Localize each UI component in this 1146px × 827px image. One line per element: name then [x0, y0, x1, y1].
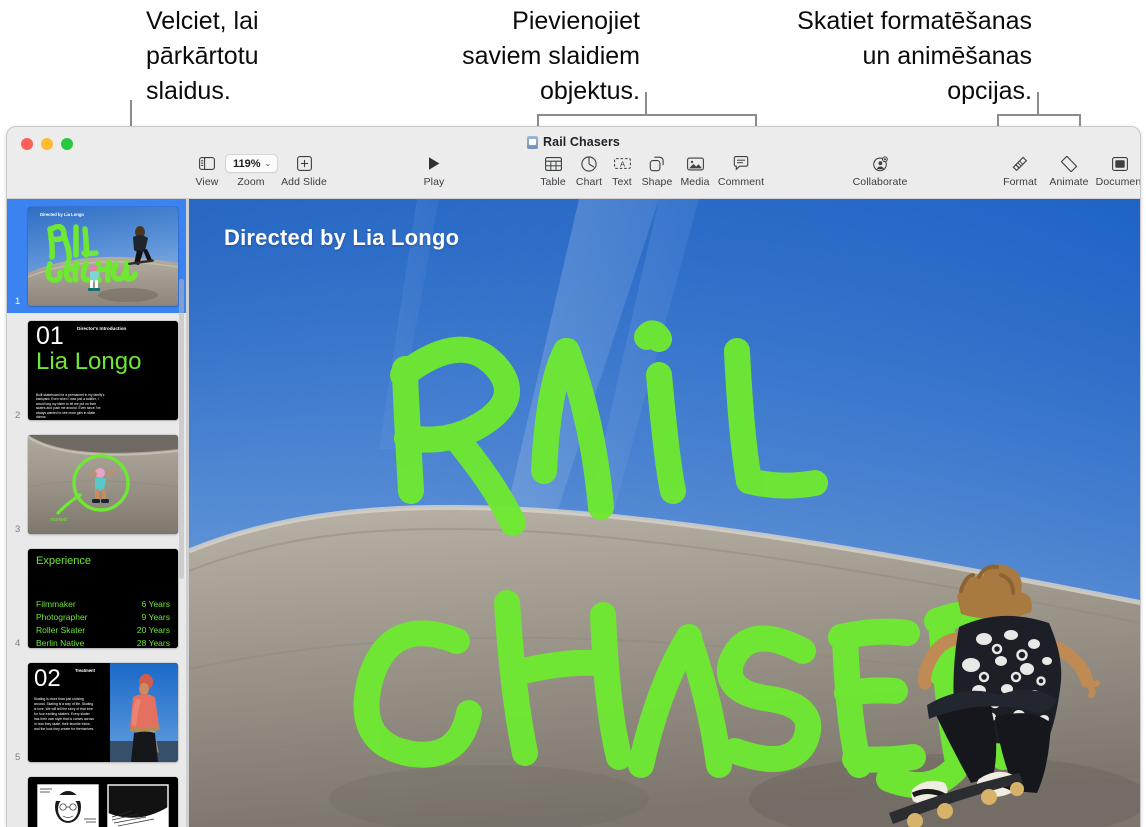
slide2-number-text: 01 — [36, 322, 64, 350]
slide-number-5: 5 — [15, 752, 21, 763]
leader-line-3-stem — [1037, 92, 1039, 116]
zoom-stepper[interactable]: 119% ⌄ — [225, 154, 279, 173]
slide2-body: Built skateboard for a permanent in my f… — [36, 393, 105, 420]
slide5-photo — [110, 663, 178, 762]
experience-label: Roller Skater — [36, 625, 86, 635]
toolbar-zoom-label: Zoom — [237, 176, 265, 188]
experience-row: Filmmaker 6 Years — [36, 599, 170, 609]
leader-line-1 — [130, 100, 132, 127]
slide-number-2: 2 — [15, 410, 21, 421]
slide-thumbnail-5-image: 02 Treatment Skating is more than just c… — [28, 663, 178, 762]
slide-thumbnail-2[interactable]: 01 Director's Introduction Lia Longo Bui… — [7, 313, 186, 427]
slide-thumbnail-3-image: marked — [28, 435, 178, 534]
toolbar-document-label: Document — [1095, 176, 1141, 188]
slide-thumbnail-4[interactable]: Experience Filmmaker 6 Years Photographe… — [7, 541, 186, 655]
slide-canvas[interactable]: Directed by Lia Longo — [186, 199, 1140, 827]
experience-value: 6 Years — [141, 599, 170, 609]
slide-thumbnail-1[interactable]: Directed by Lia Longo 1 — [7, 199, 186, 313]
slide4-heading: Experience — [36, 555, 92, 567]
slide2-name: Lia Longo — [36, 348, 142, 375]
toolbar-document-button[interactable]: Document — [1088, 154, 1141, 188]
document-icon — [1112, 154, 1128, 173]
slide3-caption: marked — [50, 517, 67, 523]
photo-circle-slide-art: marked — [28, 435, 178, 534]
toolbar-collaborate-label: Collaborate — [852, 176, 908, 188]
slide-thumbnail-1-image: Directed by Lia Longo — [28, 207, 178, 306]
toolbar: View Zoom Add Slide Play Table Chart A T… — [7, 151, 1140, 198]
comment-bubble-icon — [733, 154, 749, 173]
media-image-icon — [686, 154, 704, 173]
sidebar-icon — [199, 154, 215, 173]
experience-row: Roller Skater 20 Years — [36, 625, 170, 635]
slide-thumbnail-6[interactable]: 6 — [7, 769, 186, 827]
experience-value: 28 Years — [136, 638, 170, 648]
experience-value: 9 Years — [141, 612, 170, 622]
sidebar-scrollbar[interactable] — [179, 279, 184, 579]
plus-box-icon — [296, 154, 312, 173]
toolbar-add-slide-label: Add Slide — [281, 176, 327, 188]
slide-thumbnail-4-image: Experience Filmmaker 6 Years Photographe… — [28, 549, 178, 648]
toolbar-add-slide-button[interactable]: Add Slide — [272, 154, 336, 188]
slide2-kicker: Director's Introduction — [77, 326, 127, 331]
toolbar-play-label: Play — [423, 176, 445, 188]
leader-line-3-bar — [997, 114, 1081, 116]
chevron-down-icon: ⌄ — [264, 159, 272, 168]
animate-diamond-icon — [1060, 154, 1078, 173]
paintbrush-icon — [1012, 154, 1028, 173]
callout-format-animate: Skatiet formatēšanas un animēšanas opcij… — [797, 7, 1032, 105]
slide-thumbnail-2-image: 01 Director's Introduction Lia Longo Bui… — [28, 321, 178, 420]
slide-number-4: 4 — [15, 638, 21, 649]
toolbar-collaborate-button[interactable]: Collaborate — [848, 154, 912, 188]
slide-title-text: Directed by Lia Longo — [224, 225, 460, 250]
keynote-window: Rail Chasers View Zoom Add Slide Play Ta… — [6, 126, 1141, 827]
toolbar-media-label: Media — [680, 176, 710, 188]
toolbar-format-label: Format — [1003, 176, 1037, 188]
current-slide[interactable]: Directed by Lia Longo — [189, 199, 1140, 827]
experience-row: Photographer 9 Years — [36, 612, 170, 622]
document-title: Rail Chasers — [543, 135, 620, 149]
storyboard-grid-art — [28, 777, 178, 827]
callout-add-objects: Pievienojiet saviem slaidiem objektus. — [462, 7, 640, 105]
slide-number-3: 3 — [15, 524, 21, 535]
toolbar-comment-label: Comment — [717, 176, 765, 188]
slide-number-1: 1 — [15, 296, 21, 307]
slide-navigator[interactable]: Directed by Lia Longo 1 01 Director's In… — [7, 199, 186, 827]
experience-label: Berlin Native — [36, 638, 85, 648]
slide-thumbnail-5[interactable]: 02 Treatment Skating is more than just c… — [7, 655, 186, 769]
keynote-document-icon — [527, 135, 539, 149]
slide-thumbnail-6-image — [28, 777, 178, 827]
slide5-number-text: 02 — [34, 665, 61, 692]
toolbar-comment-button[interactable]: Comment — [709, 154, 773, 188]
leader-line-2-stem — [645, 92, 647, 116]
toolbar-play-button[interactable]: Play — [402, 154, 466, 188]
experience-value: 20 Years — [136, 625, 170, 635]
play-triangle-icon — [427, 154, 441, 173]
slide5-body: Skating is more than just cruising aroun… — [34, 697, 95, 731]
toolbar-animate-label: Animate — [1049, 176, 1089, 188]
slide5-kicker: Treatment — [75, 668, 96, 673]
slide-background-art — [189, 199, 1140, 827]
toolbar-view-label: View — [195, 176, 219, 188]
cover-slide-art: Directed by Lia Longo — [28, 207, 178, 306]
callout-drag-reorder: Velciet, lai pārkārtotu slaidus. — [146, 7, 259, 105]
experience-label: Filmmaker — [36, 599, 76, 609]
window-titlebar: Rail Chasers — [7, 133, 1140, 151]
experience-label: Photographer — [36, 612, 88, 622]
zoom-value: 119% — [233, 157, 261, 170]
leader-line-2-bar — [537, 114, 757, 116]
svg-text:Directed by Lia Longo: Directed by Lia Longo — [40, 212, 84, 217]
experience-row: Berlin Native 28 Years — [36, 638, 170, 648]
slide-thumbnail-3[interactable]: marked 3 — [7, 427, 186, 541]
collaborate-person-icon — [872, 154, 889, 173]
